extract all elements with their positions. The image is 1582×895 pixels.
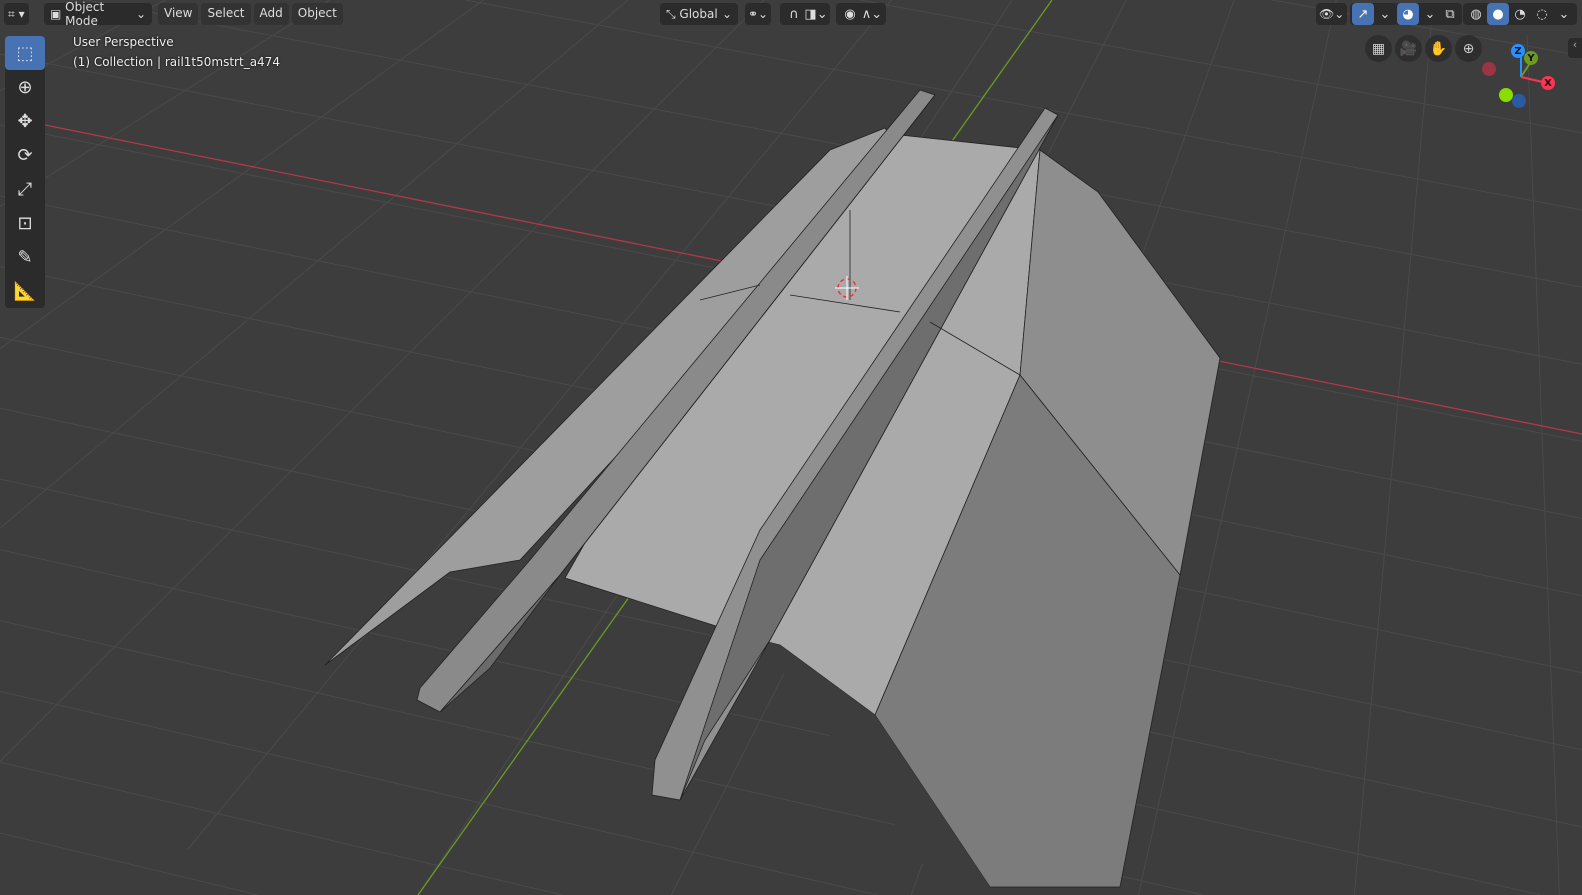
orientation-label: Global [679, 7, 718, 21]
solid-shading-icon[interactable]: ● [1487, 3, 1509, 25]
shading-modes[interactable]: ◍ ● ◔ ◌ ⌄ [1463, 3, 1577, 25]
xray-toggle[interactable]: ⧉ [1438, 3, 1462, 25]
measure-tool[interactable]: 📐 [5, 274, 45, 308]
hand-icon: ✋ [1429, 40, 1448, 57]
move-icon: ✥ [17, 110, 33, 132]
transform-tool[interactable]: ⊡ [5, 206, 45, 240]
grid-line [0, 0, 484, 350]
select-box-tool[interactable]: ⬚ [5, 36, 45, 70]
gizmo-icon[interactable]: ↗ [1352, 3, 1374, 25]
wireframe-shading-icon[interactable]: ◍ [1465, 3, 1487, 25]
falloff-icon[interactable]: ∧⌄ [861, 3, 883, 25]
rendered-shading-icon[interactable]: ◌ [1531, 3, 1553, 25]
orientation-dropdown[interactable]: ⤡ Global ⌄ [660, 3, 738, 25]
pivot-dropdown[interactable]: ⚭⌄ [745, 3, 772, 25]
snap-target-icon[interactable]: ◨⌄ [804, 3, 827, 25]
rail-mesh[interactable] [324, 89, 1221, 888]
grid-icon: ▦ [1371, 40, 1386, 57]
menu-view[interactable]: View [158, 3, 199, 25]
tool-shelf: ⬚ ⊕ ✥ ⟳ ⤢ ⊡ ✎ 📐 [5, 36, 45, 308]
select-box-icon: ⬚ [16, 42, 34, 64]
chevron-down-icon[interactable]: ⌄ [1553, 3, 1575, 25]
menu-object[interactable]: Object [291, 3, 343, 25]
neg-y-axis-dot[interactable] [1499, 88, 1513, 102]
grid-line [0, 761, 563, 895]
grid-line [0, 0, 629, 529]
toggle-camera-view-button[interactable]: ▦ [1365, 35, 1392, 62]
viewport-icon: ⌗ ▾ [8, 6, 25, 21]
grid-line [0, 0, 330, 207]
view-name: User Perspective [73, 35, 174, 49]
neg-z-axis-dot[interactable] [1512, 94, 1526, 108]
rotate-icon: ⟳ [17, 144, 33, 166]
gizmo-toggle[interactable]: ↗ ⌄ [1350, 3, 1398, 25]
annotate-tool[interactable]: ✎ [5, 240, 45, 274]
overlays-toggle[interactable]: ◕ ⌄ [1395, 3, 1443, 25]
zoom-view-button[interactable]: ⊕ [1455, 35, 1482, 62]
editor-type-button[interactable]: ⌗ ▾ [4, 3, 29, 25]
proportional-edit[interactable]: ◉ ∧⌄ [836, 3, 886, 25]
pencil-icon: ✎ [17, 246, 33, 268]
material-shading-icon[interactable]: ◔ [1509, 3, 1531, 25]
rotate-tool[interactable]: ⟳ [5, 138, 45, 172]
scale-tool[interactable]: ⤢ [5, 172, 45, 206]
chevron-left-icon: ‹ [1572, 38, 1578, 51]
ruler-icon: 📐 [13, 280, 37, 302]
zoom-icon: ⊕ [1462, 40, 1475, 57]
sidebar-toggle[interactable]: ‹ [1568, 38, 1582, 58]
visibility-dropdown[interactable]: 👁⌄ [1316, 3, 1348, 25]
x-axis-button[interactable]: X [1541, 76, 1555, 90]
grid-line [1526, 34, 1560, 895]
grid-line [0, 832, 259, 895]
chevron-down-icon[interactable]: ⌄ [1374, 3, 1396, 25]
transform-orientation-icon: ⤡ [666, 6, 680, 21]
transform-icon: ⊡ [17, 212, 33, 234]
menu-add[interactable]: Add [253, 3, 289, 25]
xray-icon[interactable]: ⧉ [1439, 3, 1461, 25]
neg-x-axis-dot[interactable] [1482, 62, 1496, 76]
object-mode-icon: ▣ [50, 7, 66, 21]
mode-label: Object Mode [65, 0, 105, 28]
cursor-tool[interactable]: ⊕ [5, 70, 45, 104]
snap-controls[interactable]: ∩ ◨⌄ [780, 3, 830, 25]
3d-viewport[interactable] [0, 0, 1582, 895]
proportional-edit-icon[interactable]: ◉ [839, 3, 861, 25]
menu-select[interactable]: Select [201, 3, 251, 25]
chevron-down-icon: ⌄ [721, 7, 732, 21]
cursor-icon: ⊕ [17, 76, 33, 98]
y-axis-button[interactable]: Y [1524, 51, 1538, 65]
snap-icon[interactable]: ∩ [783, 3, 805, 25]
collection-info: (1) Collection | rail1t50mstrt_a474 [73, 55, 280, 69]
move-tool[interactable]: ✥ [5, 104, 45, 138]
grid-line [1353, 15, 1433, 895]
pivot-icon: ⚭⌄ [748, 7, 769, 21]
overlays-icon[interactable]: ◕ [1397, 3, 1419, 25]
scale-icon: ⤢ [17, 178, 33, 200]
header-menus: View Select Add Object [158, 3, 343, 25]
z-axis-button[interactable]: Z [1511, 44, 1525, 58]
camera-view-button[interactable]: 🎥 [1395, 35, 1422, 62]
mode-dropdown[interactable]: ▣ Object Mode ⌄ [44, 0, 152, 28]
chevron-down-icon: ⌄ [135, 7, 146, 21]
pan-view-button[interactable]: ✋ [1425, 35, 1452, 62]
camera-icon: 🎥 [1399, 40, 1418, 57]
eye-icon: 👁⌄ [1319, 7, 1345, 21]
